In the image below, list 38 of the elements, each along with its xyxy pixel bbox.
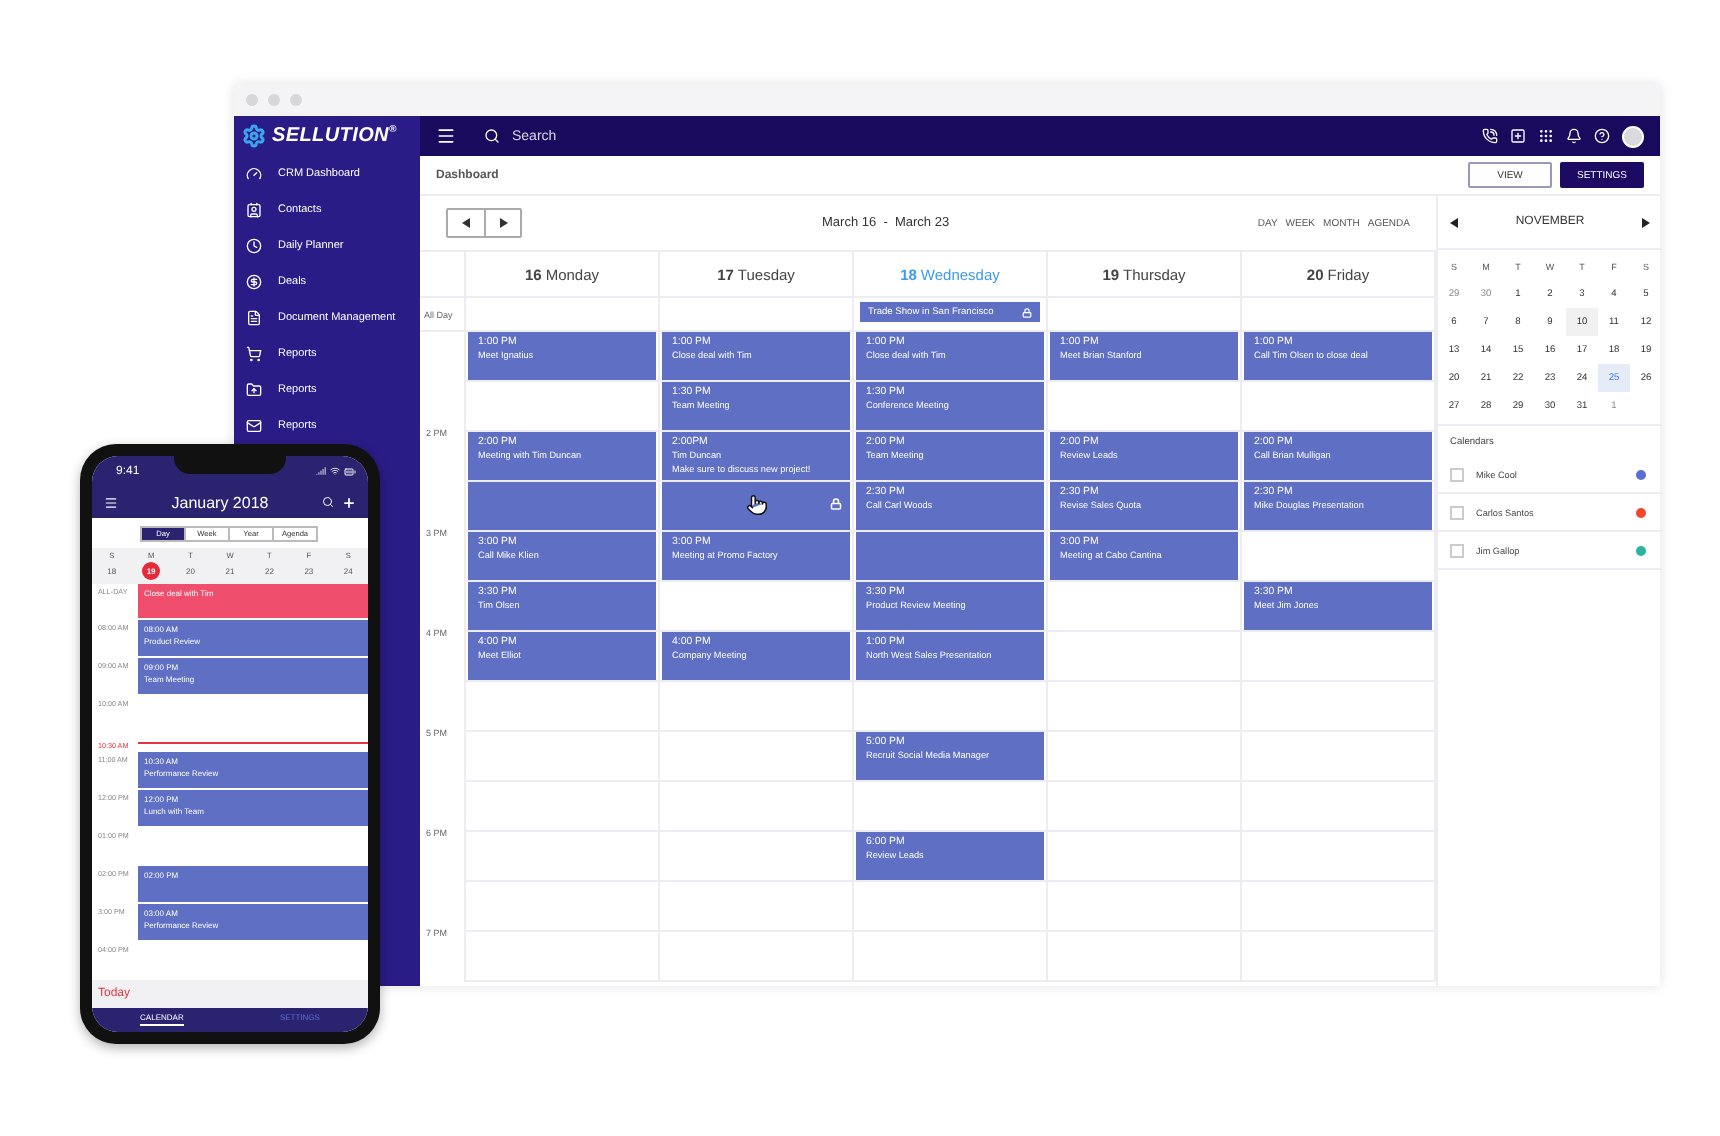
checkbox[interactable] [1450, 505, 1464, 519]
phone-icon[interactable] [1482, 128, 1498, 144]
search-icon[interactable] [321, 496, 334, 508]
right-triangle-icon[interactable] [1642, 217, 1650, 227]
menu-icon[interactable] [436, 126, 456, 146]
add-icon[interactable] [1510, 128, 1526, 144]
menu-icon[interactable] [104, 495, 118, 509]
phone-notch [174, 456, 286, 474]
help-icon[interactable] [1594, 128, 1610, 144]
phone-title: January 2018 [171, 493, 269, 511]
bell-icon[interactable] [1566, 128, 1582, 144]
wifi-icon [330, 465, 340, 475]
checkbox[interactable] [1450, 543, 1464, 557]
battery-icon [344, 465, 356, 477]
gear-icon [242, 124, 266, 148]
sidebar-icon [246, 202, 262, 218]
sidebar-icon [246, 382, 262, 398]
right-triangle-icon [499, 218, 507, 228]
grid-icon[interactable] [1538, 128, 1554, 144]
pointer-hand-icon [746, 494, 768, 516]
lock-icon [830, 498, 842, 510]
checkbox[interactable] [1450, 467, 1464, 481]
window-dot [268, 94, 280, 106]
window-dot [246, 94, 258, 106]
sidebar-icon [246, 274, 262, 290]
left-triangle-icon[interactable] [1450, 217, 1458, 227]
sidebar-icon [246, 346, 262, 362]
sidebar-icon [246, 166, 262, 182]
window-dot [290, 94, 302, 106]
search-icon [484, 128, 500, 144]
brand-logo: SELLUTION$^{®}$ [272, 124, 397, 148]
sidebar-icon [246, 418, 262, 434]
signal-icon [316, 465, 326, 475]
avatar[interactable] [1622, 125, 1644, 147]
add-icon[interactable] [341, 495, 356, 509]
left-triangle-icon [462, 218, 470, 228]
sidebar-icon [246, 238, 262, 254]
sidebar-icon [246, 310, 262, 326]
